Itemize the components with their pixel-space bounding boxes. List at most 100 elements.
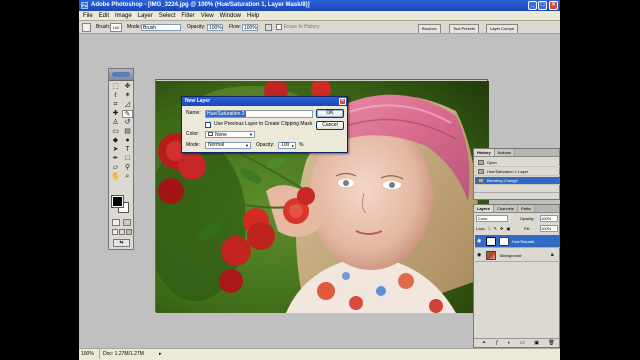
title-bar[interactable]: Ps Adobe Photoshop - [IMG_3224.jpg @ 100…	[79, 0, 560, 11]
color-swatch-icon	[208, 132, 213, 136]
blur-tool-icon[interactable]: ◆	[110, 137, 121, 145]
history-item-blending-change[interactable]: Blending Change	[475, 177, 560, 185]
color-swatches	[111, 195, 132, 214]
tab-layers[interactable]: Layers	[474, 205, 494, 212]
menu-layer[interactable]: Layer	[138, 11, 153, 21]
opacity-field[interactable]: 100 ▸	[278, 142, 296, 149]
eye-icon[interactable]: ◉	[477, 239, 481, 244]
fill-label: Fill:	[524, 226, 531, 231]
layer-mask-thumbnail[interactable]	[499, 237, 509, 246]
tab-layer-comps[interactable]: Layer Comps	[486, 24, 518, 33]
pen-tool-icon[interactable]: ✒	[110, 155, 121, 163]
menu-edit[interactable]: Edit	[99, 11, 109, 21]
history-brush-tool-icon[interactable]: ↺	[122, 119, 133, 127]
dialog-title-bar[interactable]: New Layer ×	[182, 97, 347, 106]
tab-paths[interactable]: Paths	[517, 205, 536, 212]
slice-tool-icon[interactable]: ◿	[122, 101, 133, 109]
lock-icons[interactable]: □ ✎ ✥ ▣	[488, 226, 511, 231]
foreground-color-swatch[interactable]	[111, 195, 124, 208]
shape-tool-icon[interactable]: □	[122, 155, 133, 163]
menu-image[interactable]: Image	[115, 11, 132, 21]
tab-channels[interactable]: Channels	[493, 205, 518, 212]
mode-select[interactable]: Brush	[141, 24, 181, 31]
cancel-button[interactable]: Cancel	[316, 121, 344, 130]
zoom-level[interactable]: 100%	[81, 349, 94, 360]
dialog-close-icon[interactable]: ×	[339, 98, 346, 105]
standard-mode-icon[interactable]	[112, 219, 120, 226]
history-panel-footer	[474, 192, 559, 199]
tool-preset-icon[interactable]	[82, 23, 91, 32]
tab-history[interactable]: History	[474, 149, 495, 156]
notes-tool-icon[interactable]: ▱	[110, 164, 121, 172]
color-select[interactable]: None ▼	[205, 131, 255, 138]
layers-opacity-field[interactable]: 100%	[540, 215, 558, 222]
ok-button[interactable]: OK	[316, 109, 344, 118]
tab-actions[interactable]: Actions	[494, 149, 515, 156]
clone-stamp-tool-icon[interactable]: ♙	[110, 119, 121, 127]
history-state-icon	[478, 160, 484, 165]
blend-mode-select[interactable]: Color	[476, 215, 508, 222]
history-state-icon	[478, 178, 484, 183]
history-item-open[interactable]: Open	[475, 159, 560, 167]
maximize-button[interactable]: □	[538, 1, 547, 10]
erase-history-checkbox[interactable]	[276, 24, 282, 30]
clipping-mask-checkbox[interactable]	[205, 122, 211, 128]
history-panel-tabs: History Actions	[474, 149, 559, 157]
menu-view[interactable]: View	[201, 11, 214, 21]
airbrush-icon[interactable]	[265, 24, 272, 31]
layer-row-hue-saturation[interactable]: ◉ Hue/Saturati...	[475, 235, 560, 248]
quick-mask-icon[interactable]	[123, 219, 131, 226]
fill-field[interactable]: 100%	[540, 225, 558, 232]
layers-panel-tabs: Layers Channels Paths	[474, 205, 559, 213]
opacity-unit: %	[299, 142, 304, 148]
close-button[interactable]: ×	[549, 1, 558, 10]
type-tool-icon[interactable]: T	[122, 146, 133, 154]
eyedropper-tool-icon[interactable]: ⚲	[122, 164, 133, 172]
document-size: Doc: 1.27M/1.27M	[103, 351, 144, 357]
dialog-title: New Layer	[185, 98, 211, 104]
marquee-tool-icon[interactable]: ⬚	[110, 83, 121, 91]
dodge-tool-icon[interactable]: ●	[122, 137, 133, 145]
magic-wand-tool-icon[interactable]: ✶	[122, 92, 133, 100]
minimize-button[interactable]: _	[528, 1, 537, 10]
chevron-right-icon: ▸	[291, 143, 294, 148]
status-menu-arrow-icon[interactable]: ▸	[159, 349, 162, 360]
gradient-tool-icon[interactable]: ▤	[122, 128, 133, 136]
layer-row-background[interactable]: ◉ Background 🔒︎	[475, 249, 560, 262]
options-bar: Brush: 100 Mode: Brush Opacity: 100% Flo…	[79, 21, 560, 34]
brush-tool-icon[interactable]: ✎	[122, 110, 133, 118]
zoom-tool-icon[interactable]: ⌕	[122, 173, 133, 181]
eraser-tool-icon[interactable]: ▭	[110, 128, 121, 136]
adobe-feather-icon	[112, 72, 130, 77]
opacity-field[interactable]: 100%	[207, 24, 223, 31]
tab-brushes[interactable]: Brushes	[418, 24, 441, 33]
lasso-tool-icon[interactable]: ℓ	[110, 92, 121, 100]
move-tool-icon[interactable]: ✥	[122, 83, 133, 91]
mode-select[interactable]: Normal ▼	[205, 142, 251, 149]
screen-mode-full-icon[interactable]	[126, 229, 132, 235]
layer-name-input[interactable]: Hue/Saturation 2	[205, 110, 313, 118]
toolbox-header[interactable]	[109, 69, 133, 81]
menu-help[interactable]: Help	[247, 11, 259, 21]
healing-brush-tool-icon[interactable]: ✚	[110, 110, 121, 118]
history-item-label: Hue/Saturation 1 Layer	[487, 169, 529, 174]
tab-tool-presets[interactable]: Tool Presets	[449, 24, 480, 33]
menu-filter[interactable]: Filter	[181, 11, 194, 21]
menu-select[interactable]: Select	[159, 11, 176, 21]
history-item-hue-saturation[interactable]: Hue/Saturation 1 Layer	[475, 168, 560, 176]
brush-picker[interactable]: 100	[110, 23, 122, 32]
path-selection-tool-icon[interactable]: ➤	[110, 146, 121, 154]
eye-icon[interactable]: ◉	[477, 253, 481, 258]
crop-tool-icon[interactable]: ⌗	[110, 101, 121, 109]
screen-mode-full-menu-icon[interactable]	[119, 229, 125, 235]
jump-to-imageready-icon[interactable]: ⇆	[113, 239, 130, 247]
flow-field[interactable]: 100%	[242, 24, 258, 31]
menu-file[interactable]: File	[83, 11, 93, 21]
screen-mode-standard-icon[interactable]	[112, 229, 118, 235]
photoshop-icon: Ps	[81, 2, 88, 9]
hand-tool-icon[interactable]: ✋	[110, 173, 121, 181]
menu-window[interactable]: Window	[220, 11, 241, 21]
mode-label: Mode:	[186, 142, 200, 148]
status-divider	[99, 349, 100, 359]
layers-opacity-label: Opacity:	[520, 216, 535, 221]
